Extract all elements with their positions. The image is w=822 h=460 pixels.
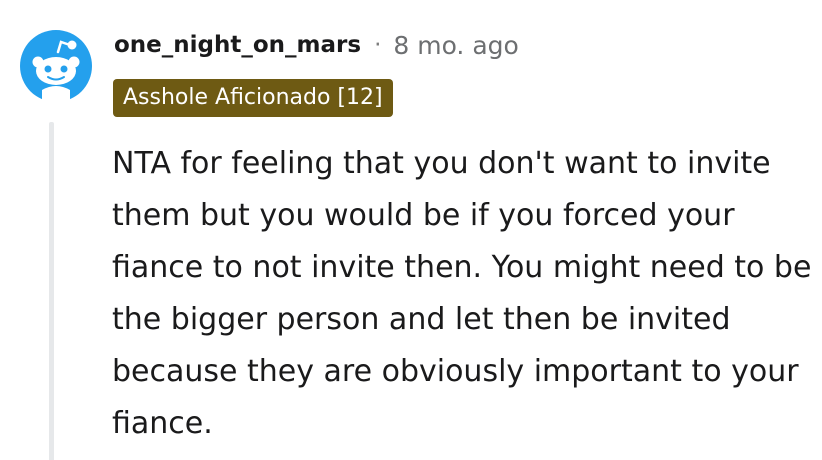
timestamp[interactable]: 8 mo. ago: [393, 31, 518, 60]
user-flair: Asshole Aficionado [12]: [113, 79, 393, 117]
avatar[interactable]: [20, 30, 92, 102]
meta-separator: ·: [374, 32, 382, 58]
thread-line[interactable]: [49, 122, 54, 460]
comment-body: NTA for feeling that you don't want to i…: [112, 146, 812, 441]
reddit-snoo-icon: [20, 30, 92, 102]
comment-meta: one_night_on_mars · 8 mo. ago: [114, 28, 519, 62]
comment: one_night_on_mars · 8 mo. ago Asshole Af…: [0, 0, 822, 460]
username-link[interactable]: one_night_on_mars: [114, 32, 361, 58]
